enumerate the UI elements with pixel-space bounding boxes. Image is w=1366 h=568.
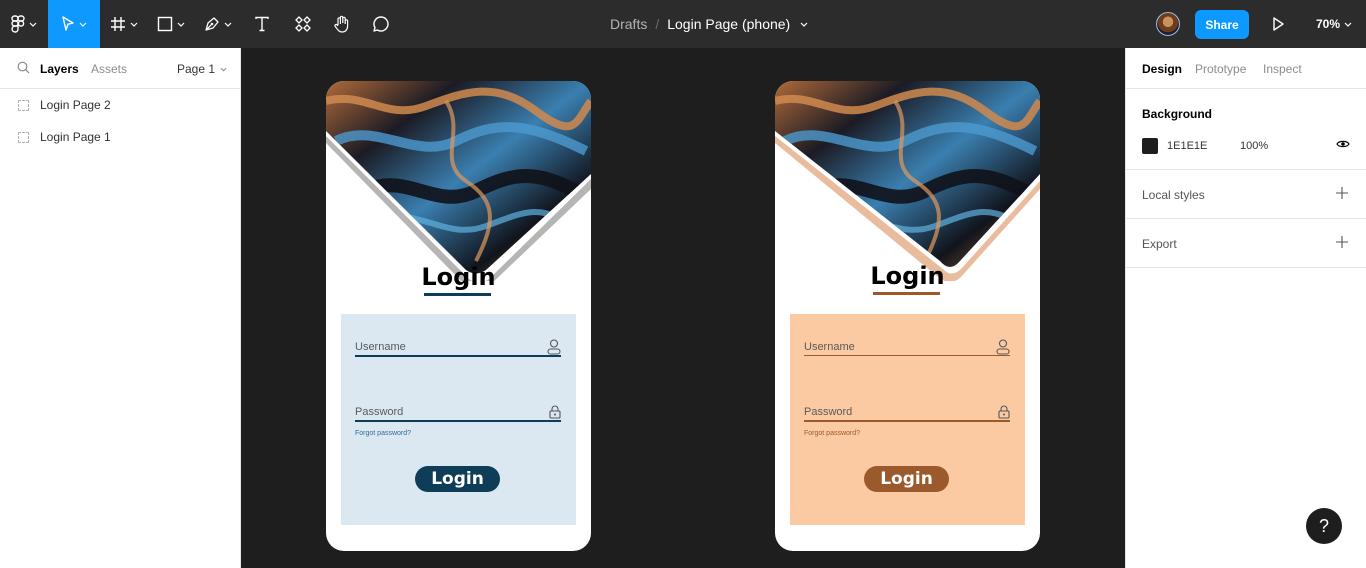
login-form-panel: Username Password Forgot password? Login xyxy=(341,314,576,525)
design-panel: Design Prototype Inspect Background 1E1E… xyxy=(1125,48,1366,568)
lock-icon xyxy=(549,405,561,419)
login-heading: Login xyxy=(421,263,496,291)
present-play-icon[interactable] xyxy=(1270,16,1286,32)
forgot-password-link[interactable]: Forgot password? xyxy=(355,430,411,437)
frame-layer-icon xyxy=(18,132,29,143)
chevron-down-icon xyxy=(29,22,37,27)
breadcrumb-drafts[interactable]: Drafts xyxy=(610,16,647,32)
user-icon xyxy=(547,339,561,355)
tab-prototype[interactable]: Prototype xyxy=(1195,62,1246,76)
local-styles-heading: Local styles xyxy=(1142,188,1205,202)
figma-logo-icon xyxy=(11,15,25,33)
chevron-down-icon xyxy=(220,67,227,72)
page-selector[interactable]: Page 1 xyxy=(177,62,227,76)
plus-icon[interactable] xyxy=(1336,187,1348,199)
cursor-icon xyxy=(62,16,74,31)
move-tool-button[interactable] xyxy=(48,0,100,48)
tab-layers[interactable]: Layers xyxy=(40,62,79,76)
login-form-panel: Username Password Forgot password? Login xyxy=(790,314,1025,525)
background-heading: Background xyxy=(1142,107,1213,121)
title-underline xyxy=(424,293,491,296)
password-input[interactable]: Password xyxy=(355,406,403,418)
avatar[interactable] xyxy=(1156,12,1180,36)
frame-login-page-2[interactable]: Login Username Password Forgot password?… xyxy=(775,81,1040,551)
top-toolbar: Drafts / Login Page (phone) Share 70% xyxy=(0,0,1366,48)
pen-icon xyxy=(205,17,219,31)
tab-inspect[interactable]: Inspect xyxy=(1263,62,1302,76)
figma-app: Drafts / Login Page (phone) Share 70% La… xyxy=(0,0,1366,568)
background-section: Background 1E1E1E 100% xyxy=(1126,89,1366,170)
chevron-down-icon xyxy=(130,22,138,27)
forgot-password-link[interactable]: Forgot password? xyxy=(804,430,860,437)
frame-login-page-1[interactable]: Login Username Password Forgot password?… xyxy=(326,81,591,551)
password-underline xyxy=(804,420,1010,422)
lock-icon xyxy=(998,405,1010,419)
page-label: Page 1 xyxy=(177,62,216,76)
password-input[interactable]: Password xyxy=(804,406,852,418)
pen-tool-button[interactable] xyxy=(194,0,242,48)
background-opacity-input[interactable]: 100% xyxy=(1240,140,1268,152)
share-button[interactable]: Share xyxy=(1195,10,1249,39)
layer-item[interactable]: Login Page 1 xyxy=(0,123,240,151)
layers-panel: Layers Assets Page 1 Login Page 2 Login … xyxy=(0,48,241,568)
zoom-level: 70% xyxy=(1316,17,1341,31)
password-underline xyxy=(355,420,561,422)
breadcrumb-separator: / xyxy=(655,16,660,32)
marble-hero-image xyxy=(775,81,1040,281)
text-icon xyxy=(255,16,269,32)
main-menu-button[interactable] xyxy=(0,0,48,48)
marble-hero-image xyxy=(326,81,591,281)
breadcrumb: Drafts / Login Page (phone) xyxy=(610,0,808,48)
comment-tool-button[interactable] xyxy=(360,0,402,48)
chevron-down-icon xyxy=(79,22,87,27)
login-button[interactable]: Login xyxy=(864,466,949,492)
text-tool-button[interactable] xyxy=(242,0,282,48)
eye-icon[interactable] xyxy=(1336,139,1350,149)
frame-icon xyxy=(111,17,125,31)
username-input[interactable]: Username xyxy=(804,341,855,353)
right-panel-tabs: Design Prototype Inspect xyxy=(1126,48,1366,89)
layer-name: Login Page 1 xyxy=(40,130,111,144)
design-canvas[interactable]: Login Username Password Forgot password?… xyxy=(241,48,1125,568)
frame-layer-icon xyxy=(18,100,29,111)
username-input[interactable]: Username xyxy=(355,341,406,353)
export-section: Export xyxy=(1126,219,1366,268)
plus-icon[interactable] xyxy=(1336,236,1348,248)
chevron-down-icon xyxy=(177,22,185,27)
local-styles-section: Local styles xyxy=(1126,170,1366,219)
hand-tool-button[interactable] xyxy=(324,0,360,48)
rectangle-icon xyxy=(157,16,173,32)
shape-tool-button[interactable] xyxy=(148,0,194,48)
login-button[interactable]: Login xyxy=(415,466,500,492)
login-heading: Login xyxy=(870,262,945,290)
components-icon xyxy=(295,16,311,32)
hand-icon xyxy=(334,15,349,33)
chevron-down-icon[interactable] xyxy=(800,22,808,27)
username-underline xyxy=(355,355,561,357)
file-name[interactable]: Login Page (phone) xyxy=(667,16,790,32)
background-hex-input[interactable]: 1E1E1E xyxy=(1167,140,1207,152)
help-button[interactable]: ? xyxy=(1306,508,1342,544)
left-panel-tabs: Layers Assets Page 1 xyxy=(0,48,240,89)
username-underline xyxy=(804,355,1010,356)
layer-name: Login Page 2 xyxy=(40,98,111,112)
chevron-down-icon xyxy=(224,22,232,27)
comment-icon xyxy=(373,16,389,32)
background-color-swatch[interactable] xyxy=(1142,138,1158,154)
tab-assets[interactable]: Assets xyxy=(91,62,127,76)
tab-design[interactable]: Design xyxy=(1142,62,1182,76)
resources-tool-button[interactable] xyxy=(282,0,324,48)
zoom-dropdown[interactable]: 70% xyxy=(1316,0,1352,48)
search-icon[interactable] xyxy=(17,61,30,74)
chevron-down-icon xyxy=(1344,22,1352,27)
user-icon xyxy=(996,339,1010,355)
frame-tool-button[interactable] xyxy=(100,0,148,48)
export-heading: Export xyxy=(1142,237,1177,251)
layer-item[interactable]: Login Page 2 xyxy=(0,91,240,119)
title-underline xyxy=(873,292,940,295)
